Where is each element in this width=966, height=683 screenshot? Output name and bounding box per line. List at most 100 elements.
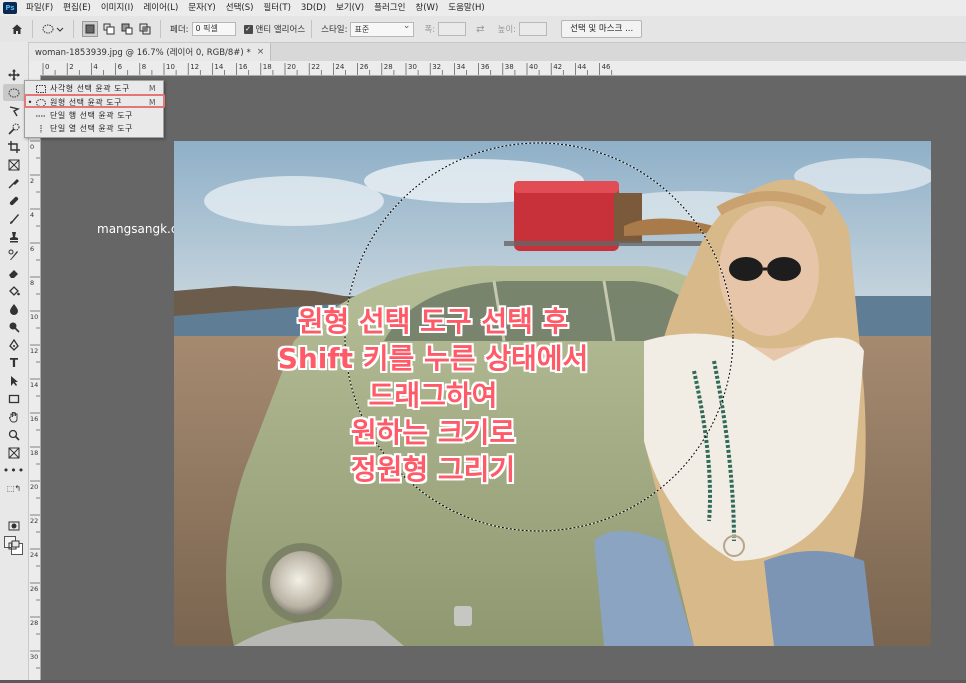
crop-tool-icon[interactable] xyxy=(3,138,25,155)
eyedropper-tool-icon[interactable] xyxy=(3,174,25,191)
ruler-label: 6 xyxy=(118,63,123,71)
menu-select[interactable]: 선택(S) xyxy=(221,0,259,16)
ruler-label: 26 xyxy=(360,63,369,71)
blur-tool-icon[interactable] xyxy=(3,300,25,317)
paint-bucket-tool-icon[interactable] xyxy=(3,282,25,299)
close-tab-icon[interactable]: × xyxy=(257,47,265,57)
menu-filter[interactable]: 필터(T) xyxy=(258,0,295,16)
instruction-overlay: 원형 선택 도구 선택 후 Shift 키를 누른 상태에서 드래그하여 원하는… xyxy=(208,303,658,488)
subtract-from-selection-icon[interactable] xyxy=(120,22,134,36)
ruler-label: 38 xyxy=(505,63,514,71)
vertical-ruler-ticks: 024681012141618202224262830 xyxy=(30,140,40,669)
dodge-tool-icon[interactable] xyxy=(3,318,25,335)
height-label: 높이: xyxy=(497,25,517,35)
instruction-line-4: 원하는 크기로 xyxy=(350,416,516,449)
clone-stamp-tool-icon[interactable] xyxy=(3,228,25,245)
ruler-label: 4 xyxy=(30,211,34,219)
height-input[interactable] xyxy=(519,22,548,36)
lasso-tool-icon[interactable] xyxy=(3,102,25,119)
swap-dimensions-icon[interactable]: ⇄ xyxy=(476,24,484,35)
style-select[interactable]: 표준 xyxy=(350,20,415,37)
ruler-label: 8 xyxy=(142,63,146,71)
ruler-label: 2 xyxy=(30,177,34,185)
move-tool-icon[interactable] xyxy=(3,66,25,83)
width-input[interactable] xyxy=(438,22,467,36)
document-tab-bar: woman-1853939.jpg @ 16.7% (레이어 0, RGB/8#… xyxy=(29,43,966,61)
flyout-item-shortcut: M xyxy=(149,84,156,93)
separator xyxy=(73,20,74,38)
menu-window[interactable]: 창(W) xyxy=(410,0,443,16)
checkmark-icon: ✓ xyxy=(243,24,253,34)
separator xyxy=(311,20,313,38)
menu-help[interactable]: 도움말(H) xyxy=(443,0,489,16)
ruler-label: 0 xyxy=(45,63,49,71)
ruler-label: 16 xyxy=(239,63,248,71)
healing-brush-tool-icon[interactable] xyxy=(3,192,25,209)
menu-layer[interactable]: 레이어(L) xyxy=(138,0,183,16)
ruler-label: 22 xyxy=(311,63,320,71)
ruler-label: 8 xyxy=(30,279,34,287)
rect-marquee-icon xyxy=(35,84,46,93)
menu-file[interactable]: 파일(F) xyxy=(21,0,58,16)
intersect-selection-icon[interactable] xyxy=(138,22,152,36)
rectangle-tool-icon[interactable] xyxy=(3,390,25,407)
ruler-label: 24 xyxy=(30,551,38,559)
ruler-label: 20 xyxy=(30,483,38,491)
path-selection-tool-icon[interactable] xyxy=(3,372,25,389)
edit-toolbar-icon[interactable] xyxy=(3,444,25,461)
ruler-label: 28 xyxy=(30,619,38,627)
instruction-line-3: 드래그하여 xyxy=(368,379,498,412)
instruction-line-5: 정원형 그리기 xyxy=(350,453,516,486)
menu-3d[interactable]: 3D(D) xyxy=(296,0,331,16)
menu-bar: Ps 파일(F) 편집(E) 이미지(I) 레이어(L) 문자(Y) 선택(S)… xyxy=(0,0,966,16)
ruler-label: 18 xyxy=(30,449,38,457)
menu-plugins[interactable]: 플러그인 xyxy=(369,0,410,16)
menu-view[interactable]: 보기(V) xyxy=(331,0,369,16)
history-brush-tool-icon[interactable] xyxy=(3,246,25,263)
more-tools-icon[interactable]: ••• xyxy=(3,462,25,479)
anti-alias-checkbox[interactable]: ✓ 앤티 앨리어스 xyxy=(243,23,306,35)
ruler-label: 18 xyxy=(263,63,272,71)
pen-tool-icon[interactable] xyxy=(3,336,25,353)
ruler-label: 20 xyxy=(287,63,296,71)
ruler-label: 12 xyxy=(30,347,38,355)
menu-image[interactable]: 이미지(I) xyxy=(96,0,139,16)
menu-edit[interactable]: 편집(E) xyxy=(58,0,96,16)
anti-alias-label: 앤티 앨리어스 xyxy=(255,25,306,35)
home-icon[interactable] xyxy=(10,22,24,36)
ruler-label: 10 xyxy=(30,313,38,321)
ruler-label: 14 xyxy=(214,63,223,71)
document-tab[interactable]: woman-1853939.jpg @ 16.7% (레이어 0, RGB/8#… xyxy=(29,43,272,61)
hand-tool-icon[interactable] xyxy=(3,408,25,425)
flyout-item-label: 단일 열 선택 윤곽 도구 xyxy=(50,124,133,133)
select-and-mask-button[interactable]: 선택 및 마스크 ... xyxy=(561,20,643,38)
swap-colors-icon[interactable]: ⬚↰ xyxy=(3,480,25,497)
zoom-tool-icon[interactable] xyxy=(3,426,25,443)
quick-mask-icon[interactable] xyxy=(3,517,25,534)
flyout-item-single-column-marquee[interactable]: 단일 열 선택 윤곽 도구 xyxy=(25,122,163,135)
ruler-label: 6 xyxy=(30,245,34,253)
type-tool-icon[interactable]: T xyxy=(3,354,25,371)
frame-tool-icon[interactable] xyxy=(3,156,25,173)
new-selection-icon[interactable] xyxy=(82,21,98,37)
flyout-item-single-row-marquee[interactable]: 단일 행 선택 윤곽 도구 xyxy=(25,109,163,122)
photoshop-logo-icon: Ps xyxy=(3,2,17,14)
add-to-selection-icon[interactable] xyxy=(102,22,116,36)
screen-mode-icon[interactable] xyxy=(3,537,25,554)
horizontal-ruler[interactable]: 0 2 4 6 8 10 12 14 16 18 20 22 24 26 28 30 32 34 36 38 40 42 4… xyxy=(29,61,966,76)
separator xyxy=(32,20,33,38)
eraser-tool-icon[interactable] xyxy=(3,264,25,281)
single-row-marquee-icon xyxy=(35,111,46,120)
ruler-label: 24 xyxy=(335,63,344,71)
ruler-label: 16 xyxy=(30,415,38,423)
ruler-label: 42 xyxy=(553,63,562,71)
vertical-ruler[interactable]: 0 2 4 6 8 10 12 14 16 18 20 22 24 26 28 30 xyxy=(29,75,41,680)
elliptical-marquee-tool-icon[interactable] xyxy=(3,84,25,101)
separator xyxy=(160,20,161,38)
ruler-label: 22 xyxy=(30,517,38,525)
tool-preset-picker-icon[interactable] xyxy=(41,22,65,36)
feather-input[interactable]: 0 픽셀 xyxy=(191,22,236,36)
brush-tool-icon[interactable] xyxy=(3,210,25,227)
menu-type[interactable]: 문자(Y) xyxy=(183,0,220,16)
quick-selection-tool-icon[interactable] xyxy=(3,120,25,137)
